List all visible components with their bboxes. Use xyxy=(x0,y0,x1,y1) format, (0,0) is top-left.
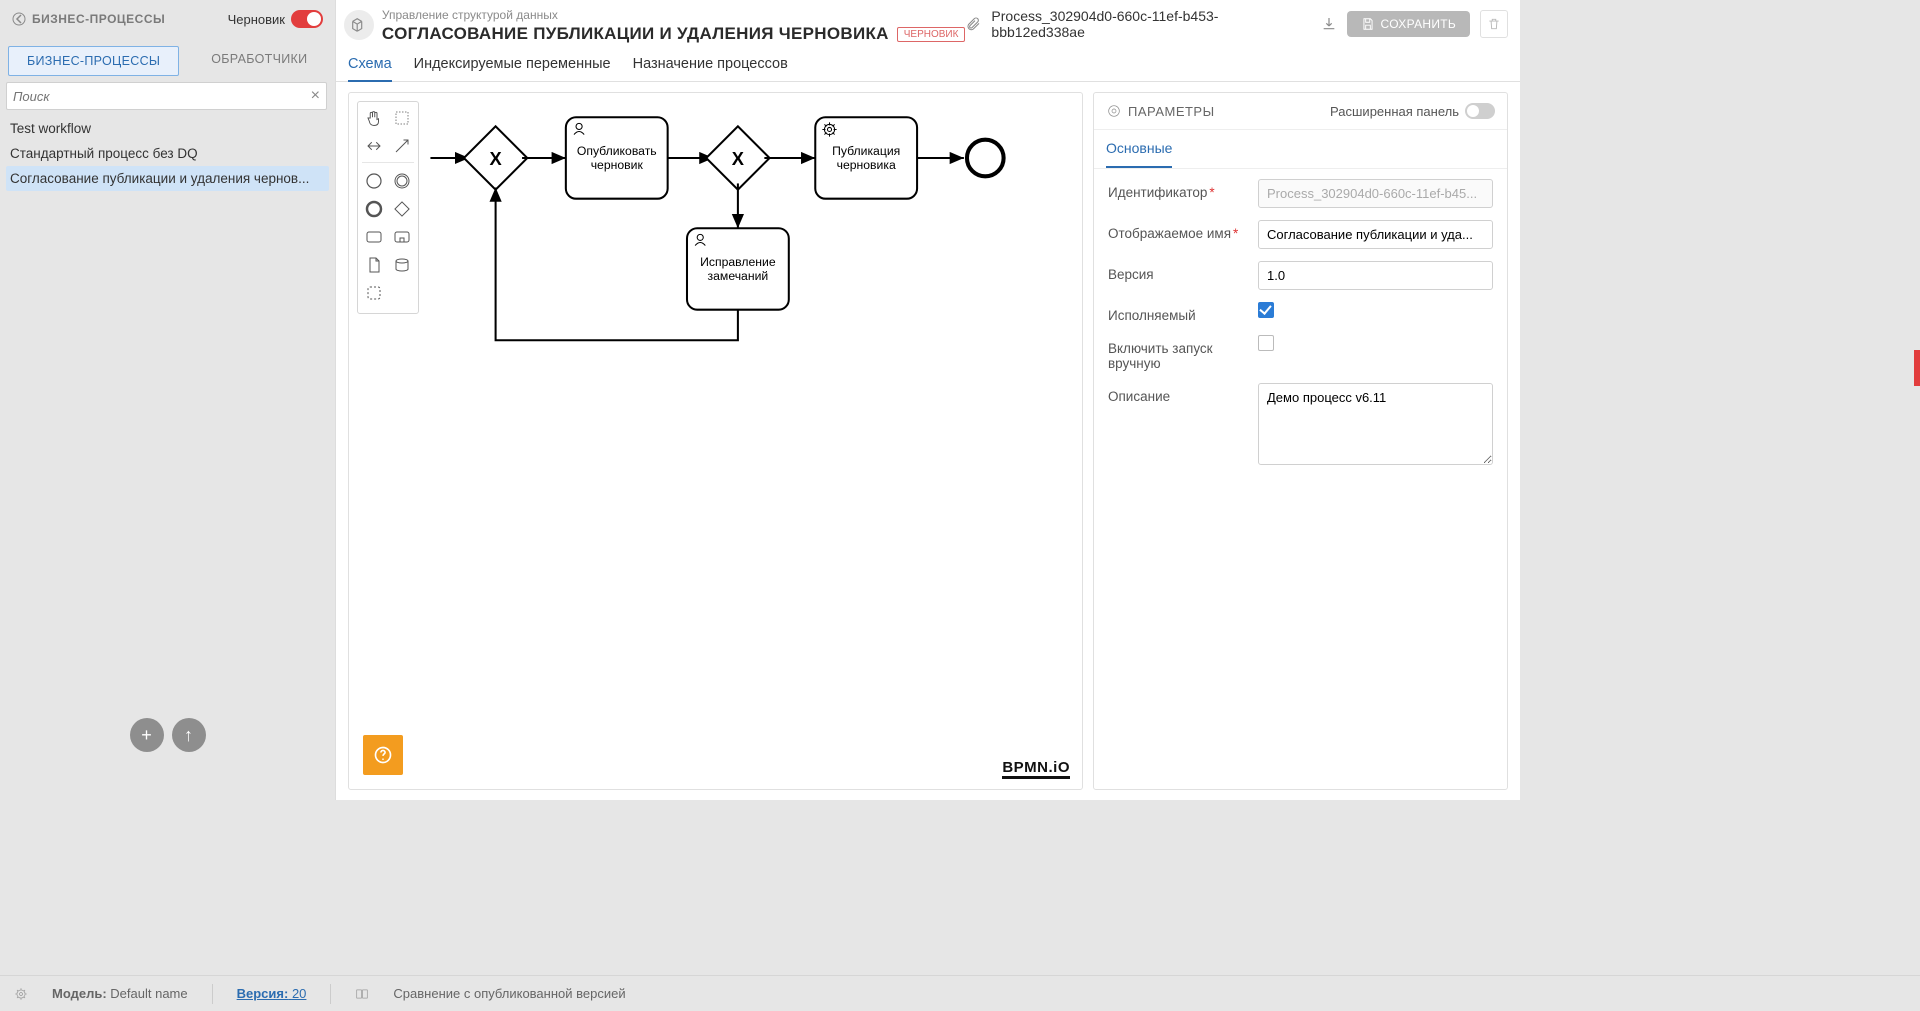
gear-icon xyxy=(1106,103,1122,119)
sidebar-tab-handlers[interactable]: ОБРАБОТЧИКИ xyxy=(193,42,325,76)
field-id-label: Идентификатор xyxy=(1108,185,1207,200)
tool-space-icon[interactable] xyxy=(362,134,386,158)
status-badge: ЧЕРНОВИК xyxy=(897,27,966,42)
save-button-label: СОХРАНИТЬ xyxy=(1381,17,1457,31)
tool-lasso-icon[interactable] xyxy=(390,106,414,130)
page-title: СОГЛАСОВАНИЕ ПУБЛИКАЦИИ И УДАЛЕНИЯ ЧЕРНО… xyxy=(382,24,889,44)
field-desc-label: Описание xyxy=(1108,383,1258,404)
bpmn-gateway[interactable]: X xyxy=(706,126,769,189)
extended-panel-label: Расширенная панель xyxy=(1330,104,1459,119)
gear-icon xyxy=(14,987,28,1001)
process-icon xyxy=(344,10,374,40)
bpmn-end-event[interactable] xyxy=(967,140,1004,177)
compare-icon xyxy=(355,987,369,1001)
gateway-icon[interactable] xyxy=(390,197,414,221)
bpmn-service-task[interactable]: Публикация черновика xyxy=(815,117,917,198)
field-name-input[interactable] xyxy=(1258,220,1493,249)
field-version-input[interactable] xyxy=(1258,261,1493,290)
search-input-wrap[interactable]: × xyxy=(6,82,327,110)
process-list-item[interactable]: Test workflow xyxy=(6,116,329,141)
status-version-link[interactable]: Версия: 20 xyxy=(237,986,307,1001)
upload-button[interactable]: ↑ xyxy=(172,718,206,752)
bpmn-logo: BPMN.iO xyxy=(1002,759,1070,779)
status-compare[interactable]: Сравнение с опубликованной версией xyxy=(393,986,625,1001)
process-list-item[interactable]: Стандартный процесс без DQ xyxy=(6,141,329,166)
field-exec-label: Исполняемый xyxy=(1108,302,1258,323)
svg-text:замечаний: замечаний xyxy=(708,269,769,283)
tool-hand-icon[interactable] xyxy=(362,106,386,130)
export-icon[interactable] xyxy=(1321,16,1337,32)
feedback-tab[interactable] xyxy=(1914,350,1920,386)
attachment-icon[interactable] xyxy=(965,16,981,32)
svg-text:X: X xyxy=(489,148,502,169)
field-version-label: Версия xyxy=(1108,261,1258,282)
bpmn-user-task[interactable]: Опубликовать черновик xyxy=(566,117,668,198)
props-tab-main[interactable]: Основные xyxy=(1106,130,1172,168)
field-id-input[interactable] xyxy=(1258,179,1493,208)
svg-text:черновик: черновик xyxy=(591,158,644,172)
bpmn-canvas[interactable]: X Опубликовать черновик xyxy=(348,92,1083,790)
process-list-item[interactable]: Согласование публикации и удаления черно… xyxy=(6,166,329,191)
field-name-label: Отображаемое имя xyxy=(1108,226,1231,241)
extended-panel-toggle[interactable] xyxy=(1465,103,1495,119)
save-button[interactable]: СОХРАНИТЬ xyxy=(1347,11,1471,37)
svg-text:Опубликовать: Опубликовать xyxy=(577,144,657,158)
tab-schema[interactable]: Схема xyxy=(348,56,392,82)
svg-text:черновика: черновика xyxy=(837,158,896,172)
draft-toggle[interactable] xyxy=(291,10,323,28)
tab-variables[interactable]: Индексируемые переменные xyxy=(414,56,611,81)
data-object-icon[interactable] xyxy=(362,253,386,277)
task-icon[interactable] xyxy=(362,225,386,249)
bpmn-user-task[interactable]: Исправление замечаний xyxy=(687,228,789,309)
process-id: Process_302904d0-660c-11ef-b453-bbb12ed3… xyxy=(991,8,1310,40)
data-store-icon[interactable] xyxy=(390,253,414,277)
status-model: Модель: Default name xyxy=(52,986,188,1001)
sidebar-tab-processes[interactable]: БИЗНЕС-ПРОЦЕССЫ xyxy=(8,46,179,76)
field-exec-checkbox[interactable] xyxy=(1258,302,1274,318)
end-event-icon[interactable] xyxy=(362,197,386,221)
breadcrumb: Управление структурой данных xyxy=(382,8,966,22)
bpmn-gateway[interactable]: X xyxy=(464,126,527,189)
svg-text:X: X xyxy=(732,148,745,169)
properties-title: ПАРАМЕТРЫ xyxy=(1128,104,1215,119)
field-manual-label: Включить запуск вручную xyxy=(1108,335,1258,371)
subprocess-icon[interactable] xyxy=(390,225,414,249)
clear-search-icon[interactable]: × xyxy=(311,87,320,105)
intermediate-event-icon[interactable] xyxy=(390,169,414,193)
draft-mode-label: Черновик xyxy=(228,12,285,27)
svg-text:Исправление: Исправление xyxy=(700,255,776,269)
start-event-icon[interactable] xyxy=(362,169,386,193)
sidebar-collapse-icon[interactable] xyxy=(12,12,26,26)
tab-assignments[interactable]: Назначение процессов xyxy=(633,56,788,81)
add-button[interactable]: + xyxy=(130,718,164,752)
sidebar-title: БИЗНЕС-ПРОЦЕССЫ xyxy=(32,12,165,26)
delete-button[interactable] xyxy=(1480,10,1508,38)
help-button[interactable] xyxy=(363,735,403,775)
field-manual-checkbox[interactable] xyxy=(1258,335,1274,351)
field-desc-textarea[interactable] xyxy=(1258,383,1493,465)
search-input[interactable] xyxy=(13,89,311,104)
bpmn-palette xyxy=(357,101,419,314)
svg-text:Публикация: Публикация xyxy=(832,144,900,158)
group-icon[interactable] xyxy=(362,281,386,305)
tool-connect-icon[interactable] xyxy=(390,134,414,158)
